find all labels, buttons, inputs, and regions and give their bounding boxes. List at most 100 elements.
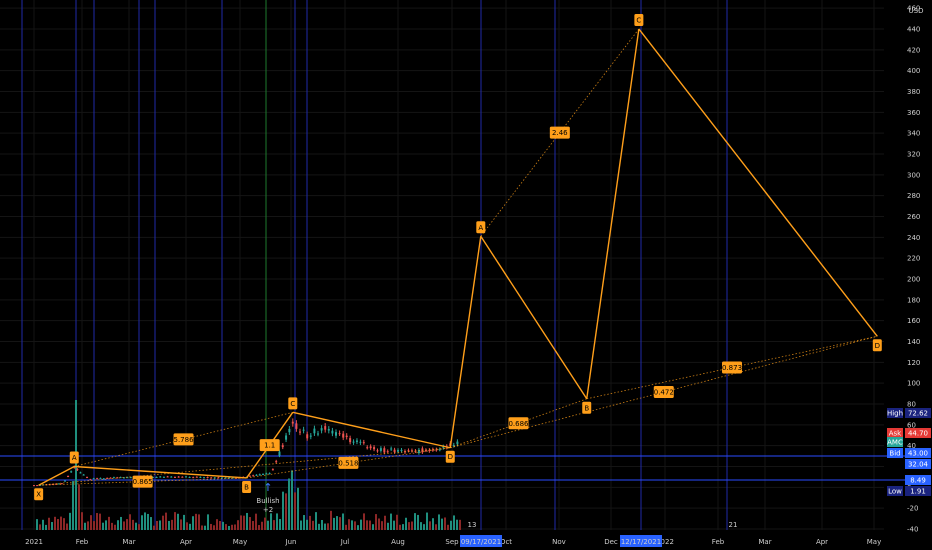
volume-bar (201, 525, 203, 530)
volume-bar (408, 522, 410, 530)
candle-body (285, 435, 288, 440)
volume-bar (273, 520, 275, 530)
x-tick-label: Feb (712, 538, 725, 546)
candle-body (397, 450, 399, 452)
x-tick-label: May (867, 538, 881, 546)
volume-bar (48, 517, 50, 530)
candle-body (210, 477, 213, 479)
y-tick-label: 100 (907, 380, 920, 388)
x-tick-label: Nov (552, 538, 566, 546)
candle-body (252, 475, 255, 477)
volume-bar (384, 515, 386, 530)
x-tick-label: Mar (758, 538, 771, 546)
volume-bar (294, 492, 296, 530)
point-label: B (584, 404, 589, 412)
candle-body (96, 478, 99, 480)
price-chart[interactable]: 5.786 0.865 1.1 0.518 0.686 2.46 0.472 0.873 X A B… (0, 0, 932, 550)
volume-bar (174, 512, 176, 530)
tag-label: AMC (887, 439, 903, 447)
tag-label: Ask (889, 430, 902, 438)
candle-body (331, 430, 334, 434)
candle-body (173, 476, 176, 478)
volume-bar (252, 520, 254, 530)
volume-bar (180, 519, 182, 530)
volume-bar (429, 521, 431, 530)
volume-bar (297, 487, 299, 530)
volume-bar (111, 522, 113, 530)
volume-bar (171, 519, 173, 530)
candle-body (288, 428, 291, 433)
volume-bar (318, 523, 320, 530)
candle-body (86, 477, 89, 479)
candle-body (112, 477, 115, 479)
volume-bar (243, 515, 245, 530)
candle-body (302, 429, 305, 431)
volume-bar (228, 525, 230, 530)
volume-bar (405, 517, 407, 530)
x-tick-label: Jun (285, 538, 297, 546)
candle-body (335, 432, 337, 436)
volume-bar (90, 515, 92, 530)
candle-body (383, 448, 386, 453)
volume-bar (456, 519, 458, 530)
y-tick-label: 460 (907, 5, 920, 13)
candle-body (248, 475, 251, 477)
volume-bar (351, 520, 353, 530)
point-label: A (72, 454, 77, 462)
signal-arrow-icon: ↑ (263, 481, 272, 494)
x-tick-label: Apr (816, 538, 828, 546)
volume-bar (249, 517, 251, 530)
x-tick-label: Feb (76, 538, 89, 546)
volume-bar (381, 521, 383, 530)
volume-bar (156, 520, 158, 530)
y-tick-label: 320 (907, 150, 920, 158)
volume-bar (387, 522, 389, 530)
candle-body (291, 421, 294, 424)
candle-body (76, 469, 79, 471)
volume-bar (453, 515, 455, 530)
tag-value: 44.70 (908, 430, 928, 438)
volume-bar (375, 514, 377, 530)
point-label: B (244, 483, 249, 491)
ratio-label: 1.1 (264, 442, 275, 450)
candle-body (203, 477, 205, 479)
candle-body (185, 476, 187, 478)
candle-body (309, 435, 312, 437)
volume-bar (216, 519, 218, 530)
candle-body (206, 477, 209, 479)
volume-bar (378, 518, 380, 530)
signal-value: +2 (263, 506, 273, 514)
volume-bar (183, 514, 185, 530)
volume-bar (198, 514, 200, 530)
volume-bar (417, 514, 419, 530)
volume-bar (78, 484, 80, 530)
volume-bar (129, 514, 131, 530)
volume-bar (354, 521, 356, 530)
y-tick-label: 440 (907, 25, 920, 33)
candle-body (373, 447, 376, 450)
volume-bar (150, 517, 152, 530)
volume-bar (117, 520, 119, 530)
volume-bar (186, 522, 188, 530)
volume-bar (357, 525, 359, 530)
candle-body (36, 485, 39, 487)
candle-body (456, 441, 459, 445)
y-tick-label: -20 (907, 505, 918, 513)
volume-bar (306, 519, 308, 530)
candle-body (390, 448, 393, 450)
y-tick-label: 80 (907, 400, 916, 408)
candle-body (366, 447, 369, 449)
candle-body (345, 435, 348, 438)
volume-bar (51, 522, 53, 530)
volume-bar (426, 512, 428, 530)
y-tick-label: 360 (907, 109, 920, 117)
tag-value: 1.91 (910, 488, 926, 496)
volume-bar (393, 520, 395, 530)
candle-body (170, 476, 173, 478)
volume-bar (108, 516, 110, 530)
ratio-label: 0.865 (133, 478, 153, 486)
y-tick-label: 160 (907, 317, 920, 325)
candle-body (400, 449, 403, 451)
date-badge-label: 12/17/2021 (621, 538, 661, 546)
volume-bar (336, 516, 338, 530)
